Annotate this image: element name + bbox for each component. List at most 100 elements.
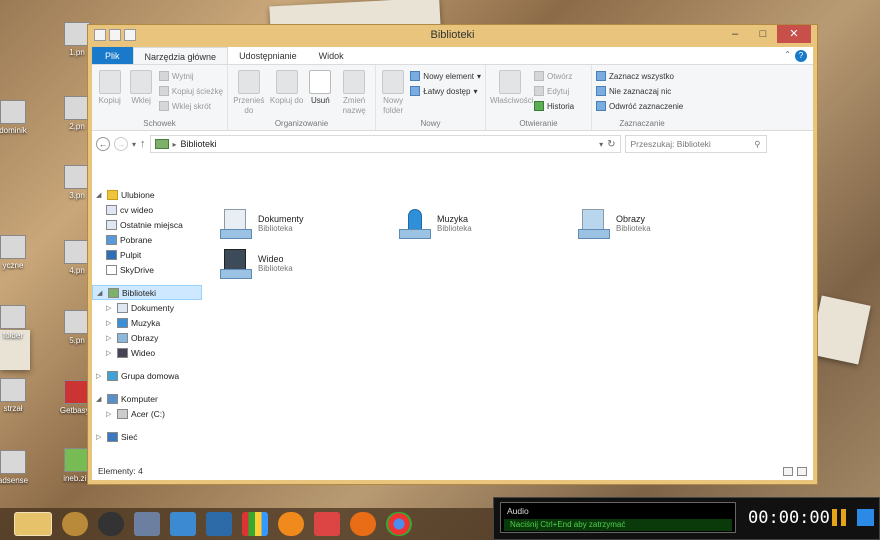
help-icon[interactable]: ? bbox=[795, 50, 807, 62]
group-open: Właściwości Otwórz Edytuj Historia Otwie… bbox=[486, 65, 592, 130]
expanded-arrow-icon[interactable]: ◢ bbox=[96, 395, 104, 403]
minimize-button[interactable]: – bbox=[721, 25, 749, 43]
taskbar-settings-icon[interactable] bbox=[206, 512, 232, 536]
pictures-icon bbox=[117, 332, 128, 343]
breadcrumb-separator-icon[interactable]: ▸ bbox=[173, 140, 177, 149]
status-bar: Elementy: 4 bbox=[92, 462, 813, 480]
collapsed-arrow-icon[interactable]: ▷ bbox=[106, 349, 114, 357]
tab-home[interactable]: Narzędzia główne bbox=[132, 47, 229, 64]
new-item-button[interactable]: Nowy element ▾ bbox=[410, 70, 481, 82]
move-to-icon bbox=[237, 70, 260, 94]
search-input[interactable]: Przeszukaj: Biblioteki ⚲ bbox=[624, 135, 767, 153]
title-bar[interactable]: Biblioteki – □ ✕ bbox=[88, 25, 817, 47]
library-item-pictures[interactable]: Obrazy Biblioteka bbox=[578, 205, 748, 241]
library-item-documents[interactable]: Dokumenty Biblioteka bbox=[220, 205, 390, 241]
taskbar-firefox-icon[interactable] bbox=[350, 512, 376, 536]
tab-view[interactable]: Widok bbox=[308, 47, 355, 64]
nav-item-pictures[interactable]: ▷ Obrazy bbox=[92, 330, 204, 345]
rename-icon bbox=[343, 70, 366, 94]
expanded-arrow-icon[interactable]: ◢ bbox=[97, 289, 105, 297]
collapsed-arrow-icon[interactable]: ▷ bbox=[106, 319, 114, 327]
cut-button[interactable]: Wytnij bbox=[158, 70, 223, 82]
close-button[interactable]: ✕ bbox=[777, 25, 811, 43]
tab-file[interactable]: Plik bbox=[92, 47, 133, 64]
cut-label: Wytnij bbox=[171, 71, 194, 81]
collapsed-arrow-icon[interactable]: ▷ bbox=[96, 433, 104, 441]
item-type: Biblioteka bbox=[437, 223, 472, 233]
nav-item-videos[interactable]: ▷ Wideo bbox=[92, 345, 204, 360]
taskbar-explorer-icon[interactable] bbox=[14, 512, 52, 536]
ribbon: Kopiuj Wklej Wytnij Kopiuj ścieżkę Wklej… bbox=[92, 65, 813, 131]
taskbar-speaker-icon[interactable] bbox=[98, 512, 124, 536]
library-item-videos[interactable]: Wideo Biblioteka bbox=[220, 245, 390, 281]
desktop-wallpaper-paper bbox=[809, 295, 871, 365]
collapsed-arrow-icon[interactable]: ▷ bbox=[106, 410, 114, 418]
stop-icon[interactable] bbox=[857, 509, 874, 526]
nav-item-drive-c[interactable]: ▷ Acer (C:) bbox=[92, 406, 204, 421]
details-view-icon[interactable] bbox=[783, 466, 793, 476]
recorder-audio-label: Audio bbox=[507, 506, 529, 516]
nav-item-skydrive[interactable]: SkyDrive bbox=[92, 262, 204, 277]
breadcrumb[interactable]: Biblioteki bbox=[181, 139, 217, 149]
window-body: Plik Narzędzia główne Udostępnianie Wido… bbox=[92, 47, 813, 480]
nav-item-favorites[interactable]: ◢ Ulubione bbox=[92, 187, 204, 202]
back-button[interactable]: ← bbox=[96, 137, 110, 151]
nav-item-network[interactable]: ▷ Sieć bbox=[92, 429, 204, 444]
desktop-icon[interactable]: folder bbox=[0, 305, 36, 340]
tab-share[interactable]: Udostępnianie bbox=[228, 47, 308, 64]
collapsed-arrow-icon[interactable]: ▷ bbox=[106, 304, 114, 312]
edit-button[interactable]: Edytuj bbox=[534, 85, 574, 97]
collapsed-arrow-icon[interactable]: ▷ bbox=[96, 372, 104, 380]
taskbar-app-icon[interactable] bbox=[62, 512, 88, 536]
taskbar-app-icon[interactable] bbox=[314, 512, 340, 536]
new-folder-label: Nowy folder bbox=[383, 96, 404, 115]
taskbar-app-icon[interactable] bbox=[134, 512, 160, 536]
desktop-icon[interactable]: strzał bbox=[0, 378, 36, 413]
recent-locations-chevron-icon[interactable]: ▾ bbox=[132, 140, 136, 149]
address-dropdown-icon[interactable]: ▾ bbox=[599, 140, 603, 149]
desktop-icon[interactable]: yczne bbox=[0, 235, 36, 270]
nav-item-computer[interactable]: ◢ Komputer bbox=[92, 391, 204, 406]
history-button[interactable]: Historia bbox=[534, 100, 574, 112]
nav-item-desktop[interactable]: Pulpit bbox=[92, 247, 204, 262]
paste-shortcut-button[interactable]: Wklej skrót bbox=[158, 100, 223, 112]
file-icon bbox=[0, 378, 26, 402]
group-label: Nowy bbox=[420, 119, 441, 128]
maximize-button[interactable]: □ bbox=[749, 25, 777, 43]
collapsed-arrow-icon[interactable]: ▷ bbox=[106, 334, 114, 342]
select-all-button[interactable]: Zaznacz wszystko bbox=[596, 70, 683, 82]
taskbar-store-icon[interactable] bbox=[242, 512, 268, 536]
open-button[interactable]: Otwórz bbox=[534, 70, 574, 82]
nav-item-homegroup[interactable]: ▷ Grupa domowa bbox=[92, 368, 204, 383]
forward-button[interactable]: → bbox=[114, 137, 128, 151]
easy-access-button[interactable]: Łatwy dostęp ▾ bbox=[410, 85, 481, 97]
nav-item-downloads[interactable]: Pobrane bbox=[92, 232, 204, 247]
address-bar[interactable]: ▸ Biblioteki ▾ ↻ bbox=[149, 135, 621, 153]
search-icon[interactable]: ⚲ bbox=[754, 139, 760, 150]
desktop-icon[interactable]: adsense bbox=[0, 450, 36, 485]
collapse-ribbon-icon[interactable]: ⌃ bbox=[784, 50, 791, 59]
select-none-button[interactable]: Nie zaznaczaj nic bbox=[596, 85, 683, 97]
invert-selection-button[interactable]: Odwróć zaznaczenie bbox=[596, 100, 683, 112]
large-icons-view-icon[interactable] bbox=[797, 466, 807, 476]
pause-icon[interactable] bbox=[832, 509, 846, 526]
explorer-window: Biblioteki – □ ✕ Plik Narzędzia główne U… bbox=[87, 24, 818, 485]
taskbar-network-icon[interactable] bbox=[170, 512, 196, 536]
group-clipboard: Kopiuj Wklej Wytnij Kopiuj ścieżkę Wklej… bbox=[92, 65, 228, 130]
refresh-icon[interactable]: ↻ bbox=[607, 139, 615, 150]
skydrive-icon bbox=[106, 264, 117, 275]
nav-item-documents[interactable]: ▷ Dokumenty bbox=[92, 300, 204, 315]
expanded-arrow-icon[interactable]: ◢ bbox=[96, 191, 104, 199]
up-button[interactable]: ↑ bbox=[140, 138, 146, 150]
nav-item-cv-wideo[interactable]: cv wideo bbox=[92, 202, 204, 217]
library-item-music[interactable]: Muzyka Biblioteka bbox=[399, 205, 569, 241]
copy-path-button[interactable]: Kopiuj ścieżkę bbox=[158, 85, 223, 97]
taskbar-app-icon[interactable] bbox=[278, 512, 304, 536]
nav-item-music[interactable]: ▷ Muzyka bbox=[92, 315, 204, 330]
nav-item-recent-places[interactable]: Ostatnie miejsca bbox=[92, 217, 204, 232]
star-icon bbox=[107, 189, 118, 200]
taskbar-chrome-icon[interactable] bbox=[386, 512, 412, 536]
desktop-icon[interactable]: dominik bbox=[0, 100, 36, 135]
chevron-down-icon: ▾ bbox=[473, 86, 478, 96]
nav-item-libraries[interactable]: ◢ Biblioteki bbox=[92, 285, 202, 300]
